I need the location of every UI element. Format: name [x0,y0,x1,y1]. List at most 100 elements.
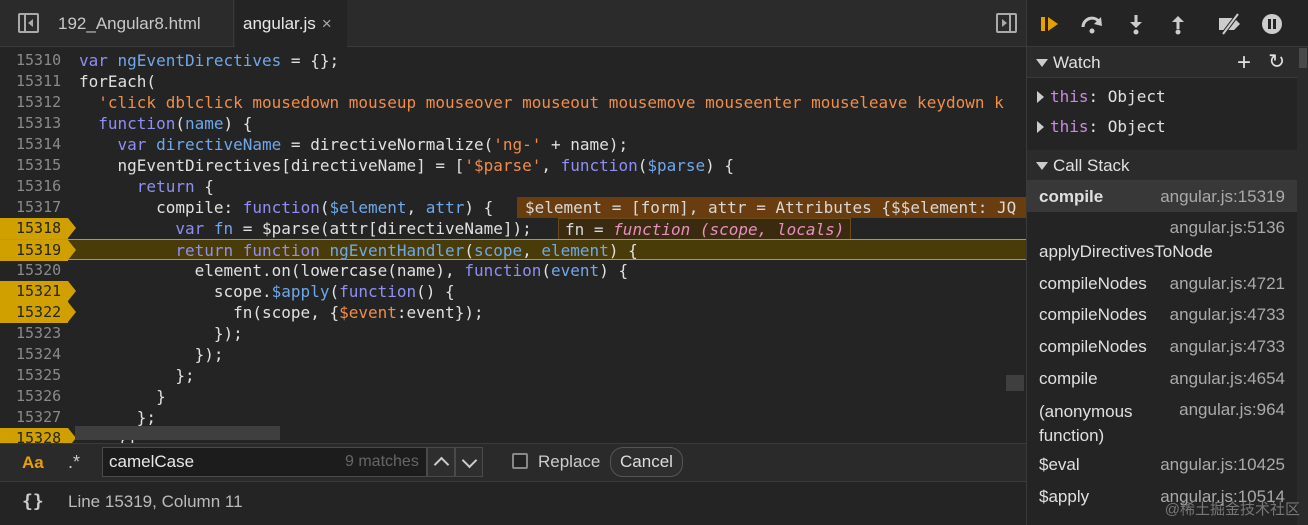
step-over-icon[interactable] [1079,12,1105,36]
code-line[interactable]: 15320 element.on(lowercase(name), functi… [0,260,1026,281]
next-match-button[interactable] [455,447,483,477]
code-token: { [204,177,214,196]
code-token: }; [79,408,157,427]
code-line[interactable]: 15316 return { [0,176,1026,197]
call-frame[interactable]: $eval angular.js:10425 [1027,451,1299,482]
call-stack-section-header[interactable]: Call Stack [1027,150,1299,181]
status-bar: {} Line 15319, Column 11 [0,481,1026,525]
code-token: , [522,241,542,260]
add-icon[interactable]: + [1237,47,1251,78]
breakpoint-marker[interactable]: 15321 [0,281,76,302]
code-token: ( [637,156,648,175]
line-number[interactable]: 15325 [0,365,75,386]
tab-192-angular8[interactable]: 192_Angular8.html [46,0,234,47]
deactivate-breakpoints-icon[interactable] [1217,12,1243,36]
code-token: directiveName [156,135,282,154]
call-frame[interactable]: angular.js:5136 applyDirectivesToNode [1027,212,1299,270]
code-line[interactable]: 15327 }; [0,407,1026,428]
call-frame[interactable]: (anonymous function) angular.js:964 [1027,396,1299,450]
breakpoint-marker[interactable]: 15322 [0,302,76,323]
tab-bar: 192_Angular8.html angular.js × [0,0,1026,48]
code-line[interactable]: 15324 }); [0,344,1026,365]
vertical-scrollbar-thumb[interactable] [1006,375,1024,391]
code-token: ngEventDirectives [117,51,282,70]
breakpoint-marker[interactable]: 15319 [0,240,76,261]
line-number[interactable]: 15312 [0,92,75,113]
watch-item[interactable]: this: Object [1037,117,1166,136]
code-editor[interactable]: 15310 var ngEventDirectives = {}; 15311 for… [0,47,1026,443]
code-token: ( [541,261,552,280]
editor-pane: 192_Angular8.html angular.js × 15310 var n… [0,0,1026,525]
code-token: return [79,177,205,196]
horizontal-scrollbar[interactable] [75,426,280,440]
step-into-icon[interactable] [1123,12,1149,36]
code-line-current[interactable]: 15319 return function ngEventHandler(sco… [0,239,1026,261]
previous-match-button[interactable] [427,447,455,477]
line-number[interactable]: 15311 [0,71,75,92]
call-frame[interactable]: compileNodes angular.js:4721 [1027,270,1299,301]
code-line[interactable]: 15310 var ngEventDirectives = {}; [0,50,1026,71]
step-out-icon[interactable] [1165,12,1191,36]
code-token: $parse [647,156,706,175]
call-frame[interactable]: compileNodes angular.js:4733 [1027,333,1299,364]
watch-section-header[interactable]: Watch + ↻ [1027,47,1299,78]
tab-angular-js[interactable]: angular.js × [235,0,347,48]
code-line[interactable]: 15314 var directiveName = directiveNorma… [0,134,1026,155]
refresh-icon[interactable]: ↻ [1268,47,1285,78]
code-token: () { [416,282,455,301]
code-line[interactable]: 15318 var fn = $parse(attr[directiveName… [0,218,1026,241]
code-line[interactable]: 15317 compile: function($element, attr) … [0,197,1026,218]
watch-title: Watch [1053,53,1101,72]
call-frame[interactable]: compile angular.js:4654 [1027,365,1299,396]
code-token: fn [213,219,234,238]
resume-icon[interactable] [1037,12,1063,36]
toggle-navigator-icon[interactable] [18,13,39,33]
breakpoint-marker[interactable]: 15318 [0,218,76,239]
call-frame[interactable]: compileNodes angular.js:4733 [1027,301,1299,332]
line-number[interactable]: 15320 [0,260,75,281]
close-icon[interactable]: × [322,14,332,34]
code-token: function [242,198,320,217]
code-line[interactable]: 15315 ngEventDirectives[directiveName] =… [0,155,1026,176]
line-number[interactable]: 15316 [0,176,75,197]
search-bar: Aa .* 9 matches Replace Cancel [0,443,1026,481]
code-token: ( [464,241,474,260]
replace-checkbox[interactable] [512,453,528,469]
sidebar-scrollbar[interactable] [1297,47,1308,525]
pretty-print-icon[interactable]: {} [22,491,44,512]
code-line[interactable]: 15311 forEach( [0,71,1026,92]
code-line[interactable]: 15313 function(name) { [0,113,1026,134]
code-token: var [79,219,214,238]
cancel-button[interactable]: Cancel [610,447,683,477]
code-line[interactable]: 15326 } [0,386,1026,407]
code-token: function [464,261,542,280]
match-case-toggle[interactable]: Aa [22,453,44,473]
code-line[interactable]: 15323 }); [0,323,1026,344]
line-number[interactable]: 15323 [0,323,75,344]
pause-on-exceptions-icon[interactable] [1259,12,1285,36]
cursor-position: Line 15319, Column 11 [68,492,243,511]
sidebar-scrollbar-thumb[interactable] [1299,48,1307,68]
line-number[interactable]: 15314 [0,134,75,155]
line-number[interactable]: 15313 [0,113,75,134]
line-number[interactable]: 15326 [0,386,75,407]
code-line[interactable]: 15322 fn(scope, {$event:event}); [0,302,1026,323]
code-text: var ngEventDirectives = {}; [79,50,339,71]
line-number[interactable]: 15315 [0,155,75,176]
code-line[interactable]: 15325 }; [0,365,1026,386]
frame-location: angular.js:4654 [1169,369,1285,388]
replace-label: Replace [538,452,601,471]
watch-item[interactable]: this: Object [1037,87,1166,106]
code-line[interactable]: 15312 'click dblclick mousedown mouseup … [0,92,1026,113]
line-number[interactable]: 15324 [0,344,75,365]
line-number[interactable]: 15317 [0,197,75,218]
regex-toggle[interactable]: .* [68,452,80,473]
call-frame[interactable]: compile angular.js:15319 [1027,181,1299,212]
line-number[interactable]: 15310 [0,50,75,71]
line-number[interactable]: 15327 [0,407,75,428]
frame-function: applyDirectivesToNode [1039,242,1213,261]
frame-function: compileNodes [1039,274,1147,293]
breakpoint-marker[interactable]: 15328 [0,428,76,443]
toggle-debugger-icon[interactable] [996,13,1017,33]
code-line[interactable]: 15321 scope.$apply(function() { [0,281,1026,302]
